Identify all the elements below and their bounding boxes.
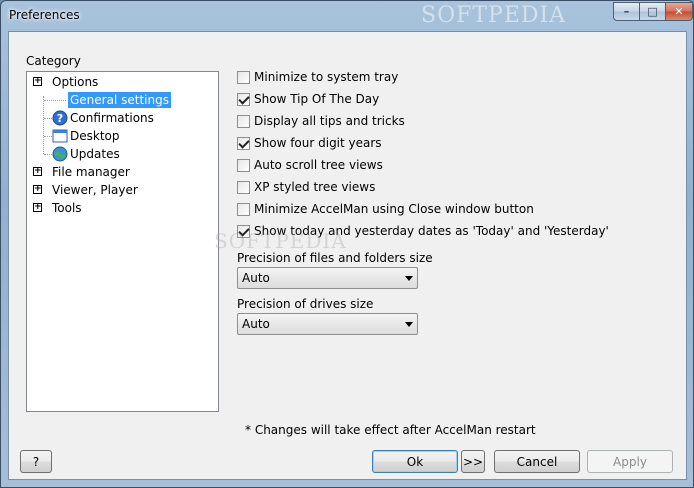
files-precision-label: Precision of files and folders size xyxy=(237,251,433,265)
help-button[interactable]: ? xyxy=(20,450,52,473)
tree-item-general-settings[interactable]: General settings xyxy=(68,91,171,109)
tree-connector xyxy=(43,96,44,154)
checkbox-today-yesterday-dates[interactable]: Show today and yesterday dates as 'Today… xyxy=(237,223,609,239)
files-precision-select[interactable]: Auto xyxy=(237,267,418,289)
tree-item-label: Viewer, Player xyxy=(52,183,138,197)
window-title: Preferences xyxy=(9,8,80,22)
tree-item-label: General settings xyxy=(68,92,171,108)
preferences-window: Preferences SOFTPEDIA – □ ✕ Category + O… xyxy=(0,0,694,488)
tree-item-label: File manager xyxy=(52,165,130,179)
title-bar[interactable]: Preferences SOFTPEDIA – □ ✕ xyxy=(1,1,693,31)
checkbox-label: Display all tips and tricks xyxy=(254,114,405,128)
tree-item-label: Tools xyxy=(52,201,82,215)
drives-precision-select[interactable]: Auto xyxy=(237,313,418,335)
tree-item-viewer-player[interactable]: + Viewer, Player xyxy=(33,181,138,199)
maximize-icon: □ xyxy=(647,5,658,18)
checkbox-box[interactable] xyxy=(237,114,250,128)
minimize-button[interactable]: – xyxy=(613,2,640,21)
checkbox-label: Minimize to system tray xyxy=(254,70,399,84)
checkbox-label: Auto scroll tree views xyxy=(254,158,383,172)
expand-icon[interactable]: + xyxy=(33,185,42,194)
maximize-button[interactable]: □ xyxy=(640,2,666,21)
help-button-label: ? xyxy=(32,454,40,469)
checkbox-display-all-tips[interactable]: Display all tips and tricks xyxy=(237,113,405,129)
tree-connector xyxy=(44,154,52,155)
checkbox-minimize-to-tray[interactable]: Minimize to system tray xyxy=(237,69,398,85)
checkbox-label: Minimize AccelMan using Close window but… xyxy=(254,202,534,216)
apply-button-label: Apply xyxy=(613,454,647,469)
tree-connector xyxy=(44,118,52,119)
checkbox-box[interactable] xyxy=(237,158,250,172)
restart-note: * Changes will take effect after AccelMa… xyxy=(245,423,536,437)
checkbox-label: Show four digit years xyxy=(254,136,382,150)
checkbox-auto-scroll-tree[interactable]: Auto scroll tree views xyxy=(237,157,383,173)
checkbox-label: Show today and yesterday dates as 'Today… xyxy=(254,224,609,238)
checkbox-box[interactable] xyxy=(237,202,250,216)
tree-item-label: Updates xyxy=(70,147,120,161)
category-label: Category xyxy=(26,54,81,68)
tree-item-confirmations[interactable]: ? Confirmations xyxy=(52,109,154,127)
checkbox-box[interactable] xyxy=(237,136,250,150)
minimize-icon: – xyxy=(623,5,630,18)
checkbox-box[interactable] xyxy=(237,70,250,84)
tree-item-tools[interactable]: + Tools xyxy=(33,199,82,217)
globe-update-icon xyxy=(52,146,68,162)
ok-button-label: Ok xyxy=(406,454,424,469)
checkbox-label: XP styled tree views xyxy=(254,180,376,194)
tree-item-label: Confirmations xyxy=(70,111,154,125)
tree-item-label: Desktop xyxy=(70,129,120,143)
tree-item-updates[interactable]: Updates xyxy=(52,145,120,163)
chevron-down-icon xyxy=(405,322,413,327)
tree-item-desktop[interactable]: Desktop xyxy=(52,127,120,145)
checkbox-box[interactable] xyxy=(237,92,250,106)
select-value: Auto xyxy=(242,317,270,331)
tree-connector xyxy=(44,100,66,101)
checkbox-label: Show Tip Of The Day xyxy=(254,92,380,106)
ok-button[interactable]: Ok xyxy=(372,450,458,473)
tree-connector xyxy=(44,136,52,137)
checkbox-minimize-on-close[interactable]: Minimize AccelMan using Close window but… xyxy=(237,201,534,217)
drives-precision-label: Precision of drives size xyxy=(237,297,374,311)
tree-item-label: Options xyxy=(52,75,99,89)
checkbox-box[interactable] xyxy=(237,224,250,238)
close-button[interactable]: ✕ xyxy=(666,2,693,21)
checkbox-box[interactable] xyxy=(237,180,250,194)
checkbox-four-digit-years[interactable]: Show four digit years xyxy=(237,135,382,151)
checkbox-xp-styled-tree[interactable]: XP styled tree views xyxy=(237,179,375,195)
chevron-down-icon xyxy=(405,276,413,281)
more-button-label: >> xyxy=(462,454,484,469)
help-question-icon: ? xyxy=(52,110,68,126)
more-button[interactable]: >> xyxy=(461,450,485,473)
expand-icon[interactable]: + xyxy=(33,203,42,212)
select-value: Auto xyxy=(242,271,270,285)
svg-text:?: ? xyxy=(57,112,63,125)
cancel-button-label: Cancel xyxy=(516,454,558,469)
close-icon: ✕ xyxy=(674,5,684,18)
tree-item-file-manager[interactable]: + File manager xyxy=(33,163,130,181)
watermark-titlebar: SOFTPEDIA xyxy=(421,3,567,28)
apply-button[interactable]: Apply xyxy=(587,450,673,473)
checkbox-show-tip-of-the-day[interactable]: Show Tip Of The Day xyxy=(237,91,379,107)
dialog-body: Category + Options General settings ? Co… xyxy=(8,31,687,480)
tree-item-options[interactable]: + Options xyxy=(33,73,98,91)
category-tree[interactable]: + Options General settings ? Confirmatio… xyxy=(26,71,219,412)
expand-icon[interactable]: + xyxy=(33,167,42,176)
desktop-window-icon xyxy=(52,129,68,143)
cancel-button[interactable]: Cancel xyxy=(494,450,580,473)
expand-icon[interactable]: + xyxy=(33,77,42,86)
